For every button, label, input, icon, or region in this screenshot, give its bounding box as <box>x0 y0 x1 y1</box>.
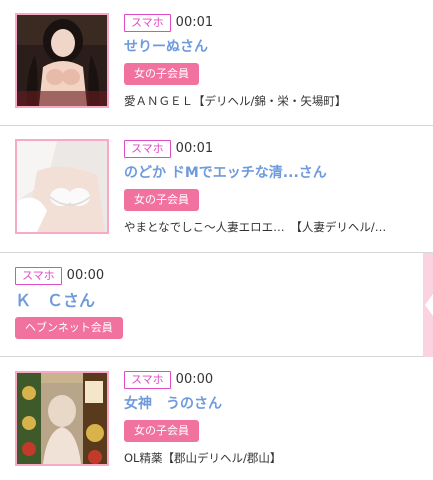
device-badge: スマホ <box>124 140 171 158</box>
member-type-badge: 女の子会員 <box>124 420 199 442</box>
list-item[interactable]: スマホ 00:00 女神 うのさん 女の子会員 OL精薬【郡山デリヘル/郡山】 <box>0 357 433 480</box>
list-item[interactable]: スマホ 00:01 のどか ドMでエッチな清...さん 女の子会員 やまとなでし… <box>0 126 433 253</box>
profile-photo[interactable] <box>15 371 109 466</box>
entry-meta: スマホ 00:01 せりーぬさん 女の子会員 愛ＡＮＧＥＬ【デリヘル/錦・栄・矢… <box>124 14 419 108</box>
online-member-list: スマホ 00:01 せりーぬさん 女の子会員 愛ＡＮＧＥＬ【デリヘル/錦・栄・矢… <box>0 0 433 480</box>
member-name[interactable]: のどか ドMでエッチな清...さん <box>124 164 419 182</box>
entry-meta: スマホ 00:00 Ｋ Ｃさん ヘブンネット会員 <box>15 267 123 339</box>
member-name[interactable]: せりーぬさん <box>124 38 419 56</box>
entry-meta: スマホ 00:01 のどか ドMでエッチな清...さん 女の子会員 やまとなでし… <box>124 140 419 234</box>
member-type-badge: 女の子会員 <box>124 189 199 211</box>
login-time: 00:00 <box>175 372 214 387</box>
member-type-badge: ヘブンネット会員 <box>15 317 123 339</box>
device-badge: スマホ <box>124 14 171 32</box>
entry-meta: スマホ 00:00 女神 うのさん 女の子会員 OL精薬【郡山デリヘル/郡山】 <box>124 371 419 465</box>
shop-name[interactable]: やまとなでしこ〜人妻エロエ… 【人妻デリヘル/… <box>124 220 419 234</box>
login-time: 00:00 <box>66 268 105 283</box>
login-time: 00:01 <box>175 15 214 30</box>
side-tab-handle[interactable] <box>423 253 433 357</box>
shop-name[interactable]: OL精薬【郡山デリヘル/郡山】 <box>124 451 419 465</box>
list-item[interactable]: スマホ 00:00 Ｋ Ｃさん ヘブンネット会員 <box>0 253 433 357</box>
device-badge: スマホ <box>15 267 62 285</box>
member-name[interactable]: 女神 うのさん <box>124 395 419 413</box>
shop-name[interactable]: 愛ＡＮＧＥＬ【デリヘル/錦・栄・矢場町】 <box>124 94 419 108</box>
list-item[interactable]: スマホ 00:01 せりーぬさん 女の子会員 愛ＡＮＧＥＬ【デリヘル/錦・栄・矢… <box>0 0 433 126</box>
login-time: 00:01 <box>175 141 214 156</box>
member-type-badge: 女の子会員 <box>124 63 199 85</box>
device-badge: スマホ <box>124 371 171 389</box>
member-name[interactable]: Ｋ Ｃさん <box>15 292 123 310</box>
profile-photo[interactable] <box>15 13 109 108</box>
profile-photo[interactable] <box>15 139 109 234</box>
